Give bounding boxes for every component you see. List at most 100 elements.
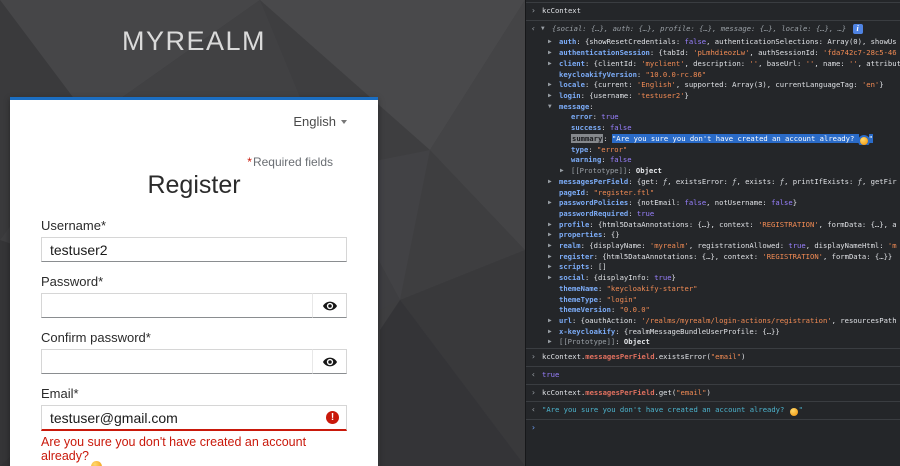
expand-triangle-icon[interactable]: ▶ (548, 230, 559, 241)
console-token: , attribut (857, 58, 900, 68)
expand-triangle-icon[interactable]: ▶ (548, 316, 559, 327)
expand-triangle-icon[interactable]: ▶ (548, 327, 559, 338)
password-reveal-button[interactable] (312, 293, 347, 318)
console-token: : {showResetCredentials: (576, 37, 685, 47)
password-input[interactable] (41, 293, 312, 318)
console-token: " (798, 405, 803, 415)
prompt-chevron-icon: › (531, 6, 536, 15)
console-token: .existsError( (654, 352, 711, 362)
console-token: messagesPerField (585, 387, 655, 397)
console-tree-row: ▶ [[Prototype]]: Object (526, 337, 900, 348)
thinking-emoji-icon: 🤔 (90, 461, 102, 466)
console-token: '' (848, 58, 858, 68)
prompt-chevron-icon: › (531, 352, 536, 362)
password-field-group: Password* (41, 274, 347, 318)
console-token: Object (623, 337, 650, 347)
collapse-triangle-icon[interactable]: ▼ (541, 24, 552, 35)
console-token: "10.0.0-rc.86" (645, 69, 707, 79)
console-tree-row: ▶ auth: {showResetCredentials: false, aut… (526, 37, 900, 48)
expand-triangle-icon[interactable]: ▶ (548, 91, 559, 102)
console-token: Object (635, 166, 662, 176)
console-token: : (589, 101, 594, 111)
console-tree-row: themeName: "keycloakify-starter" (526, 284, 900, 295)
confirm-password-label: Confirm password* (41, 330, 151, 345)
required-fields-note: *Required fields (41, 155, 347, 169)
console-token: .get( (654, 387, 677, 397)
console-token: , resourcesPath (831, 315, 897, 325)
console-token: 'myclient' (641, 58, 685, 68)
console-token: true (788, 241, 806, 251)
expand-triangle-icon[interactable]: ▶ (548, 241, 559, 252)
console-token: error (571, 112, 593, 122)
console-token: locale (559, 80, 585, 90)
console-token: : (601, 123, 610, 133)
console-token: : {html5DataAnnotations: {…}, context: (589, 219, 759, 229)
confirm-password-reveal-button[interactable] (312, 349, 347, 374)
email-input[interactable] (41, 405, 347, 431)
realm-brand-title: MYREALM (121, 26, 267, 56)
console-res-line: ‹ "Are you sure you don't have created an… (526, 401, 900, 419)
console-tree-row: warning: false (526, 155, 900, 166)
expand-triangle-icon[interactable]: ▶ (548, 48, 559, 59)
console-tree-row: ▶ locale: {current: 'English', supported:… (526, 80, 900, 91)
console-token: 'English' (636, 80, 676, 90)
console-token: : (601, 155, 610, 165)
expand-triangle-icon[interactable]: ▶ (548, 252, 559, 263)
collapse-triangle-icon[interactable]: ▼ (548, 102, 559, 113)
expand-triangle-icon[interactable]: ▶ (548, 220, 559, 231)
console-token: "email" (676, 387, 707, 397)
console-token: "error" (596, 144, 628, 154)
thinking-emoji-icon: 🤔 (859, 136, 868, 145)
expand-triangle-icon[interactable]: ▶ (548, 37, 559, 48)
console-token: scripts (559, 262, 590, 272)
expand-triangle-icon[interactable]: ▶ (548, 198, 559, 209)
console-token: kcContext. (542, 387, 586, 397)
console-token: 'fda742c7-28c5-46 (823, 48, 897, 58)
console-token: , baseUrl: (758, 58, 806, 68)
locale-selector[interactable]: English (293, 114, 347, 129)
console-token: " (868, 133, 873, 143)
expand-triangle-icon[interactable]: ▶ (548, 337, 559, 348)
expand-triangle-icon[interactable]: ▶ (548, 273, 559, 284)
username-input[interactable] (41, 237, 347, 262)
console-token: : [] (589, 262, 607, 272)
console-token: : (628, 208, 637, 218)
console-tree-row: ▶ x-keycloakify: {realmMessageBundleUserP… (526, 327, 900, 338)
result-arrow-icon: ‹ (531, 23, 536, 33)
required-fields-label: Required fields (252, 155, 333, 169)
prompt-chevron-icon: › (531, 387, 536, 397)
console-token: register (559, 251, 594, 261)
console-tree-row: ▶ scripts: [] (526, 262, 900, 273)
console-token: , formData: {…}, a (818, 219, 897, 229)
console-tree-row: ▶ social: {displayInfo: true} (526, 273, 900, 284)
console-tree-row: keycloakifyVersion: "10.0.0-rc.86" (526, 70, 900, 81)
console-token: : (592, 112, 602, 122)
console-token: authenticationSession (559, 48, 650, 58)
expand-triangle-icon[interactable]: ▶ (548, 80, 559, 91)
console-token: } (684, 90, 689, 100)
console-token: } (792, 198, 798, 208)
console-token: : {displayName: (580, 241, 650, 251)
console-token: : (615, 337, 624, 347)
console-token: passwordPolicies (559, 198, 629, 208)
console-token: "0.0.0" (619, 305, 650, 315)
console-prompt-line[interactable]: › (526, 419, 900, 434)
expand-triangle-icon[interactable]: ▶ (548, 59, 559, 70)
console-tree-row: themeType: "login" (526, 295, 900, 306)
console-token: : {tabId: (649, 48, 694, 58)
console-token: , getFir (861, 176, 897, 186)
console-token: "Are you sure you don't have created an … (611, 133, 859, 143)
console-token: kcContext. (542, 352, 586, 362)
console-token: : (597, 294, 607, 304)
console-token: "email" (710, 352, 742, 362)
confirm-password-input[interactable] (41, 349, 312, 374)
console-token: Array(0) (827, 37, 862, 47)
expand-triangle-icon[interactable]: ▶ (548, 177, 559, 188)
expand-triangle-icon[interactable]: ▶ (548, 262, 559, 273)
console-token: : {get: (628, 176, 663, 186)
expand-triangle-icon[interactable]: ▶ (560, 166, 571, 177)
login-page-background: MYREALM English *Required fields Registe… (0, 0, 525, 466)
console-token: : {username: (580, 90, 637, 100)
console-tree-row: error: true (526, 112, 900, 123)
console-tree-row: passwordRequired: true (526, 209, 900, 220)
